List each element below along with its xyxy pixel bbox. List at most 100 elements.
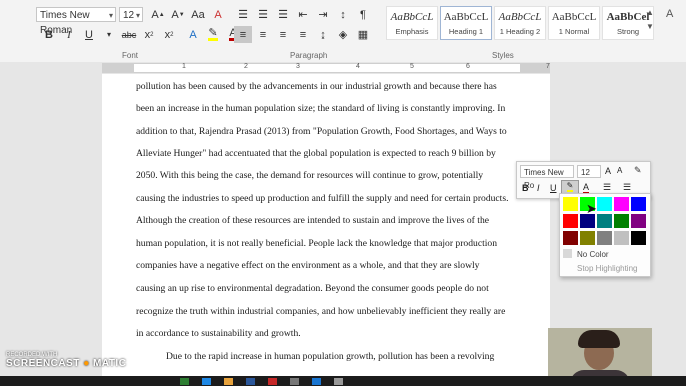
no-color-swatch xyxy=(563,249,572,258)
font-group-label: Font xyxy=(122,51,139,60)
sort-button[interactable]: ↕ xyxy=(334,6,352,23)
justify-button[interactable]: ≡ xyxy=(294,26,312,43)
color-swatch[interactable] xyxy=(631,214,646,228)
mini-underline-button[interactable]: U xyxy=(550,183,557,193)
document-line[interactable]: pollution has been caused by the advance… xyxy=(136,81,520,92)
numbering-button[interactable]: ☰ xyxy=(254,6,272,23)
ruler-track xyxy=(102,63,550,73)
shading-button[interactable]: ◈ xyxy=(334,26,352,43)
taskbar-app-icon[interactable] xyxy=(312,378,321,385)
taskbar-app-icon[interactable] xyxy=(180,378,189,385)
mini-grow-font-button[interactable]: A xyxy=(605,166,611,176)
no-color-option[interactable]: No Color xyxy=(577,250,609,259)
pilcrow-icon[interactable]: ¶ xyxy=(354,6,372,23)
style-name: Heading 1 xyxy=(448,27,484,36)
document-line[interactable]: causing the industries to speed up produ… xyxy=(136,193,520,204)
document-line[interactable]: Due to the rapid increase in human popul… xyxy=(166,351,550,362)
ruler-number: 2 xyxy=(244,63,248,70)
taskbar xyxy=(0,376,686,386)
align-left-button[interactable]: ≡ xyxy=(234,26,252,43)
color-swatch[interactable] xyxy=(580,231,595,245)
styles-pane-icon[interactable]: A xyxy=(666,8,673,20)
text-effects-button[interactable]: A xyxy=(184,26,202,43)
multilevel-list-button[interactable]: ☰ xyxy=(274,6,292,23)
mini-numbering-button[interactable]: ☰ xyxy=(623,182,631,193)
document-line[interactable]: addition to that, Rajendra Prasad (2013)… xyxy=(136,126,520,137)
style-name: 1 Heading 2 xyxy=(499,27,541,36)
align-right-button[interactable]: ≡ xyxy=(274,26,292,43)
document-line[interactable]: human population, it is not really benef… xyxy=(136,238,520,249)
color-swatch[interactable] xyxy=(631,197,646,211)
increase-indent-button[interactable]: ⇥ xyxy=(314,6,332,23)
taskbar-app-icon[interactable] xyxy=(290,378,299,385)
color-swatch[interactable] xyxy=(597,231,612,245)
line-spacing-button[interactable]: ↨ xyxy=(314,26,332,43)
style-emphasis[interactable]: AaBbCcL Emphasis xyxy=(386,6,438,40)
decrease-indent-button[interactable]: ⇤ xyxy=(294,6,312,23)
styles-scroll-up-icon[interactable]: ▲ xyxy=(646,8,654,17)
document-line[interactable]: in accordance to sustainability and grow… xyxy=(136,328,520,339)
superscript-button[interactable]: x2 xyxy=(160,26,178,43)
stop-highlighting-option[interactable]: Stop Highlighting xyxy=(577,264,637,273)
styles-scroll-down-icon[interactable]: ▼ xyxy=(646,22,654,31)
document-line[interactable]: been an increase in the human population… xyxy=(136,103,520,114)
style-name: Emphasis xyxy=(395,27,429,36)
ribbon: Times New Roman ▾ 12 ▾ A ▲ A ▼ Aa A B I U ▾ … xyxy=(0,0,686,63)
color-swatch[interactable] xyxy=(563,214,578,228)
change-case-button[interactable]: Aa xyxy=(189,6,207,23)
font-name-box[interactable]: Times New Roman ▾ xyxy=(36,7,116,36)
color-swatch[interactable] xyxy=(563,197,578,211)
document-line[interactable]: Although the creation of these resources… xyxy=(136,215,520,226)
mini-italic-button[interactable]: I xyxy=(537,183,540,193)
strikethrough-button[interactable]: abc xyxy=(120,26,138,43)
color-swatch[interactable] xyxy=(614,231,629,245)
style-heading-2[interactable]: AaBbCcL 1 Heading 2 xyxy=(494,6,546,40)
paragraph-group-label: Paragraph xyxy=(290,51,328,60)
subscript-button[interactable]: x2 xyxy=(140,26,158,43)
taskbar-app-icon[interactable] xyxy=(268,378,277,385)
grow-font-button[interactable]: A ▲ xyxy=(149,6,167,23)
color-swatch[interactable] xyxy=(597,197,612,211)
chevron-down-icon[interactable]: ▾ xyxy=(100,26,118,43)
clear-formatting-button[interactable]: A xyxy=(209,6,227,23)
style-preview: AaBbCcL xyxy=(551,11,597,23)
mini-shrink-font-button[interactable]: A xyxy=(617,166,622,175)
ruler-number: 5 xyxy=(410,63,414,70)
mini-bullets-button[interactable]: ☰ xyxy=(603,182,611,193)
color-swatch[interactable] xyxy=(597,214,612,228)
align-center-button[interactable]: ≡ xyxy=(254,26,272,43)
shrink-font-button[interactable]: A ▼ xyxy=(169,6,187,23)
highlight-color-palette: No Color Stop Highlighting xyxy=(559,193,651,277)
borders-button[interactable]: ▦ xyxy=(354,26,372,43)
mini-font-color-button[interactable]: A xyxy=(583,182,590,194)
mini-font-size-box[interactable]: 12 xyxy=(577,165,601,178)
color-swatch[interactable] xyxy=(563,231,578,245)
document-line[interactable]: causing an up rise to environmental degr… xyxy=(136,283,520,294)
color-swatch[interactable] xyxy=(614,214,629,228)
mouse-cursor-icon: ➤ xyxy=(586,201,597,216)
bold-button[interactable]: B xyxy=(40,26,58,43)
taskbar-app-icon[interactable] xyxy=(202,378,211,385)
document-line[interactable]: 2050. With this being the case, the dema… xyxy=(136,170,520,181)
mini-bold-button[interactable]: B xyxy=(522,183,529,193)
taskbar-app-icon[interactable] xyxy=(224,378,233,385)
italic-button[interactable]: I xyxy=(60,26,78,43)
document-line[interactable]: recognize the truth within industrial co… xyxy=(136,306,520,317)
color-swatch[interactable] xyxy=(631,231,646,245)
underline-button[interactable]: U xyxy=(80,26,98,43)
highlight-button[interactable]: ✎ xyxy=(204,26,222,43)
document-line[interactable]: companies have a negative effect on the … xyxy=(136,260,520,271)
horizontal-ruler[interactable]: 1 2 3 4 5 6 7 xyxy=(0,62,686,74)
mini-font-name-box[interactable]: Times New Ro xyxy=(520,165,574,190)
bullets-button[interactable]: ☰ xyxy=(234,6,252,23)
document-page[interactable]: pollution has been caused by the advance… xyxy=(102,74,550,386)
taskbar-app-icon[interactable] xyxy=(334,378,343,385)
style-normal[interactable]: AaBbCcL 1 Normal xyxy=(548,6,600,40)
document-line[interactable]: Alleviate Hunger" had accentuated that t… xyxy=(136,148,520,159)
font-size-box[interactable]: 12 ▾ xyxy=(119,7,143,22)
styles-group-label: Styles xyxy=(492,51,514,60)
mini-format-painter-icon[interactable]: ✎ xyxy=(634,165,642,176)
color-swatch[interactable] xyxy=(614,197,629,211)
style-heading-1[interactable]: AaBbCcL Heading 1 xyxy=(440,6,492,40)
word-app-icon[interactable] xyxy=(246,378,255,385)
